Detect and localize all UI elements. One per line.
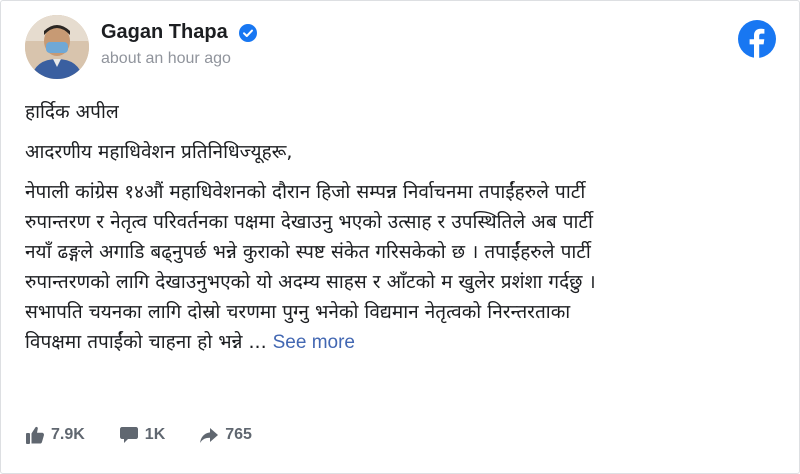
- like-count-button[interactable]: 7.9K: [25, 425, 85, 445]
- post-text-line: नयाँ ढङ्गले अगाडि बढ्नुपर्छ भन्ने कुराको…: [25, 241, 591, 263]
- share-icon: [200, 428, 219, 443]
- post-header: Gagan Thapa about an hour ago: [25, 15, 777, 79]
- verified-badge-icon: [238, 23, 257, 42]
- like-icon: [26, 426, 44, 444]
- post-body: हार्दिक अपील आदरणीय महाधिवेशन प्रतिनिधिज…: [25, 97, 777, 368]
- post-text-line: सभापति चयनका लागि दोस्रो चरणमा पुग्नु भन…: [25, 301, 571, 323]
- share-count: 765: [225, 426, 252, 443]
- facebook-logo-icon[interactable]: [737, 19, 777, 59]
- author-block: Gagan Thapa about an hour ago: [101, 21, 257, 68]
- like-count: 7.9K: [51, 426, 85, 443]
- post-footer: 7.9K 1K 765: [25, 421, 286, 449]
- share-count-button[interactable]: 765: [199, 425, 252, 445]
- avatar[interactable]: [25, 15, 89, 79]
- post-text-line: नेपाली कांग्रेस १४औं महाधिवेशनको दौरान ह…: [25, 181, 586, 203]
- avatar-image: [25, 15, 89, 79]
- post-text-line: रुपान्तरण र नेतृत्व परिवर्तनका पक्षमा दे…: [25, 211, 593, 233]
- comment-count: 1K: [144, 426, 166, 443]
- see-more-link[interactable]: See more: [273, 332, 355, 353]
- facebook-post-card: Gagan Thapa about an hour ago हार्दिक अप…: [0, 0, 800, 474]
- post-text-line-last: विपक्षमा तपाईंको चाहना हो भन्ने ... See m…: [25, 327, 777, 358]
- comment-count-button[interactable]: 1K: [119, 425, 165, 445]
- author-name[interactable]: Gagan Thapa: [101, 21, 228, 44]
- post-greeting: हार्दिक अपील: [25, 101, 119, 123]
- comment-icon: [119, 427, 138, 443]
- post-text-line: रुपान्तरणको लागि देखाउनुभएको यो अदम्य सा…: [25, 271, 596, 293]
- post-timestamp[interactable]: about an hour ago: [101, 50, 257, 68]
- post-text-line: विपक्षमा तपाईंको चाहना हो भन्ने ...: [25, 331, 267, 353]
- post-salutation: आदरणीय महाधिवेशन प्रतिनिधिज्यूहरू,: [25, 141, 293, 163]
- post-main-text: नेपाली कांग्रेस १४औं महाधिवेशनको दौरान ह…: [25, 177, 777, 358]
